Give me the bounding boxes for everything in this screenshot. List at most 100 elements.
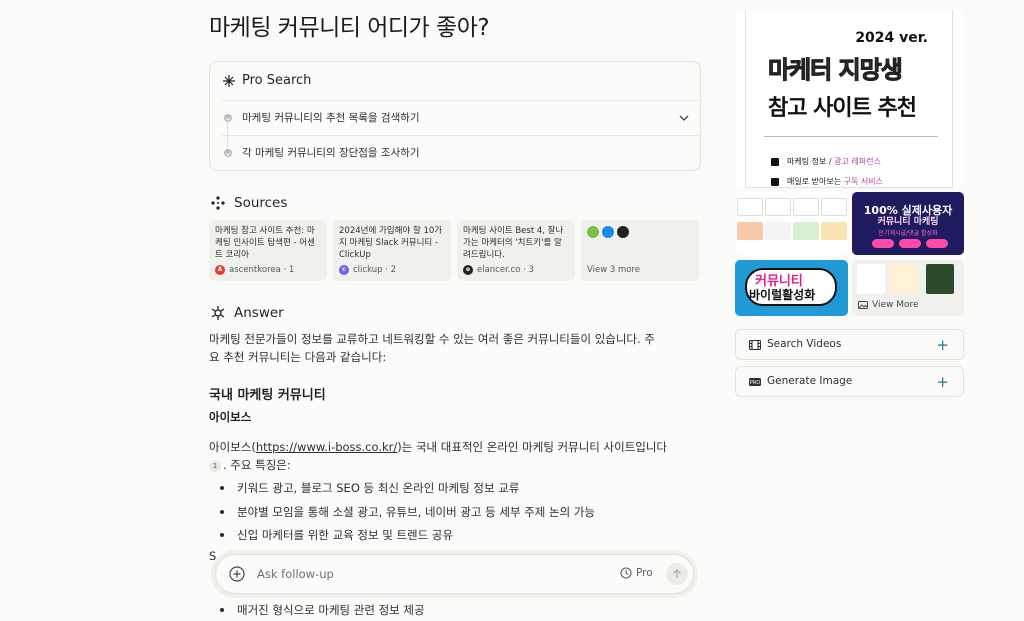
pro-toggle[interactable]: Pro xyxy=(620,567,653,579)
pro-label: Pro xyxy=(636,567,653,579)
thumb-card xyxy=(765,222,791,240)
feature-list: 키워드 광고, 블로그 SEO 등 최신 온라인 마케팅 정보 교류 분야별 모… xyxy=(219,480,595,551)
more-favicons xyxy=(587,226,693,238)
pro-search-step: 각 마케팅 커뮤니티의 장단점을 조사하기 xyxy=(224,145,420,160)
mini-thumb xyxy=(857,264,885,294)
source-title: 2024년에 가입해야 할 10가지 마케팅 Slack 커뮤니티 - Clic… xyxy=(339,226,443,260)
list-item: 신입 마케터를 위한 교육 정보 및 트렌드 공유 xyxy=(219,527,595,551)
pro-search-panel[interactable]: Pro Search 마케팅 커뮤니티의 추천 목록을 검색하기 각 마케팅 커… xyxy=(209,61,701,171)
hero-check-item: 매일로 받아보는 구독 서비스 xyxy=(771,176,883,187)
svg-text:PRO: PRO xyxy=(750,380,760,386)
source-meta: e elancer.co · 3 xyxy=(463,265,534,275)
step-label: 마케팅 커뮤니티의 추천 목록을 검색하기 xyxy=(242,112,420,124)
thumbnail-image[interactable] xyxy=(735,192,848,255)
source-title: 마케팅 사이트 Best 4, 잘나가는 마케터의 '치트키'를 알려드립니다. xyxy=(463,226,564,260)
thumb-card xyxy=(737,222,763,240)
para-text: . 주요 특징은: xyxy=(223,458,291,472)
view-more-label: View 3 more xyxy=(587,265,641,275)
peek-text: S xyxy=(209,549,217,563)
thumb-card xyxy=(821,198,847,216)
thumbnail-image[interactable]: 100% 실제사용자 커뮤니티 마케팅 인기게시글/댓글 활성화 xyxy=(852,192,964,255)
answer-icon xyxy=(211,306,225,320)
view-more-text: View More xyxy=(872,300,919,310)
elancer-favicon-icon: e xyxy=(463,265,473,275)
answer-intro: 마케팅 전문가들이 정보를 교류하고 네트워킹할 수 있는 여러 좋은 커뮤니티… xyxy=(209,330,655,366)
thumb-buttons xyxy=(872,239,948,248)
pro-search-title: Pro Search xyxy=(242,73,312,88)
thumb-caption: 인기게시글/댓글 활성화 xyxy=(878,230,938,237)
search-videos-button[interactable]: Search Videos + xyxy=(735,329,964,360)
source-favicon-icon xyxy=(602,226,614,238)
iboss-link[interactable]: https://www.i-boss.co.kr/ xyxy=(256,440,397,454)
sub-heading: 아이보스 xyxy=(209,410,252,424)
hero-check-text: 매일로 받아보는 xyxy=(787,177,844,186)
pro-badge-icon: PRO xyxy=(749,378,761,386)
answer-intro-line: 요 추천 커뮤니티는 다음과 같습니다: xyxy=(209,350,387,364)
thumb-subtitle: 바이럴활성화 xyxy=(749,288,816,302)
thumbnail-image[interactable]: 커뮤니티 바이럴활성화 xyxy=(735,260,848,316)
source-card[interactable]: 마케팅 사이트 Best 4, 잘나가는 마케터의 '치트키'를 알려드립니다.… xyxy=(457,220,575,281)
hero-line-2: 참고 사이트 추천 xyxy=(768,96,917,121)
mini-thumb xyxy=(926,264,954,294)
search-videos-label: Search Videos xyxy=(767,338,842,350)
thumb-card xyxy=(821,222,847,240)
source-favicon-icon xyxy=(587,226,599,238)
section-heading: 국내 마케팅 커뮤니티 xyxy=(209,388,326,403)
answer-title: Answer xyxy=(234,305,284,321)
chevron-down-icon[interactable] xyxy=(678,112,690,124)
thumb-card xyxy=(793,198,819,216)
plus-icon: + xyxy=(936,336,949,354)
divider xyxy=(222,135,700,136)
generate-image-button[interactable]: PRO Generate Image + xyxy=(735,366,964,397)
image-icon xyxy=(858,301,868,309)
list-item: 매거진 형식으로 마케팅 관련 정보 제공 xyxy=(219,602,425,621)
clock-icon xyxy=(620,567,632,579)
hero-check-highlight: 광고 레퍼런스 xyxy=(834,157,881,166)
sources-header: Sources xyxy=(210,195,287,211)
answer-paragraph: 아이보스(https://www.i-boss.co.kr/)는 국내 대표적인… xyxy=(209,438,701,474)
feature-list: 매거진 형식으로 마케팅 관련 정보 제공 xyxy=(219,602,425,621)
checkbox-icon xyxy=(771,157,779,166)
view-more-label: View More xyxy=(858,300,919,310)
answer-header: Answer xyxy=(210,305,284,321)
hero-check-highlight: 구독 서비스 xyxy=(843,177,883,186)
follow-up-bar: Pro xyxy=(215,554,694,594)
thumb-card xyxy=(793,222,819,240)
view-more-images[interactable]: View More xyxy=(852,260,964,316)
source-site: ascentkorea · 1 xyxy=(229,265,295,275)
hero-image[interactable]: 2024 ver. 마케터 지망생 참고 사이트 추천 마케팅 정보 / 광고 … xyxy=(735,10,964,188)
view-more-sources-card[interactable]: View 3 more xyxy=(581,220,699,281)
list-item: 키워드 광고, 블로그 SEO 등 최신 온라인 마케팅 정보 교류 xyxy=(219,480,595,504)
sources-list: 마케팅 참고 사이트 추천: 마케팅 인사이트 탐색편 - 어센트 코리아 A … xyxy=(209,220,699,281)
check-icon xyxy=(224,148,232,157)
hero-year: 2024 ver. xyxy=(855,30,928,46)
submit-button[interactable] xyxy=(666,563,688,585)
plus-icon: + xyxy=(936,373,949,391)
hero-poster: 2024 ver. 마케터 지망생 참고 사이트 추천 마케팅 정보 / 광고 … xyxy=(745,10,953,188)
source-site: clickup · 2 xyxy=(353,265,397,275)
sources-icon xyxy=(211,196,225,210)
hero-check-text: 마케팅 정보 / xyxy=(787,157,835,166)
citation-badge[interactable]: 1 xyxy=(209,459,221,472)
pro-search-step: 마케팅 커뮤니티의 추천 목록을 검색하기 xyxy=(224,110,420,125)
source-card[interactable]: 마케팅 참고 사이트 추천: 마케팅 인사이트 탐색편 - 어센트 코리아 A … xyxy=(209,220,327,281)
arrow-up-icon xyxy=(673,569,681,578)
thumb-subheadline: 커뮤니티 마케팅 xyxy=(877,217,939,227)
video-icon xyxy=(749,340,761,350)
source-site: elancer.co · 3 xyxy=(477,265,534,275)
pro-search-header: Pro Search xyxy=(222,73,311,88)
sources-title: Sources xyxy=(234,195,288,211)
para-text: )는 국내 대표적인 온라인 마케팅 커뮤니티 사이트입니다 xyxy=(397,440,668,454)
hero-line-1: 마케터 지망생 xyxy=(768,56,904,85)
check-icon xyxy=(224,113,232,122)
mini-thumb xyxy=(890,264,918,294)
list-item: 분야별 모임을 통해 소셜 광고, 유튜브, 네이버 광고 등 세부 주제 논의… xyxy=(219,504,595,528)
source-card[interactable]: 2024년에 가입해야 할 10가지 마케팅 Slack 커뮤니티 - Clic… xyxy=(333,220,451,281)
source-meta: A ascentkorea · 1 xyxy=(215,265,294,275)
checkbox-icon xyxy=(771,177,779,186)
divider xyxy=(764,136,938,137)
pro-search-icon xyxy=(223,74,235,87)
source-title: 마케팅 참고 사이트 추천: 마케팅 인사이트 탐색편 - 어센트 코리아 xyxy=(215,226,315,260)
follow-up-input[interactable] xyxy=(257,565,587,583)
add-circle-icon[interactable] xyxy=(229,566,245,582)
